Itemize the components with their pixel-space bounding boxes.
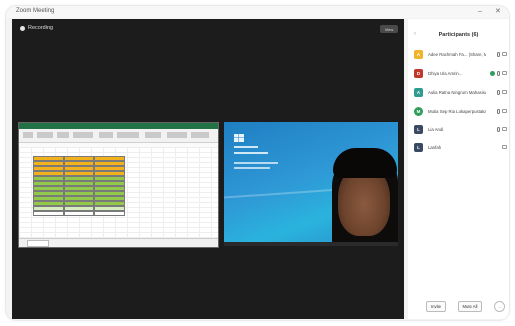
desktop-text-line (234, 162, 278, 164)
shared-screen-tile[interactable] (18, 122, 219, 248)
participant-item[interactable]: A Aulia Ratna Ningrum Mahasiswa... (414, 86, 509, 98)
participant-item[interactable]: L Lia Andi (414, 123, 509, 135)
participant-name: Mutia Sep Ria Lokaperpustakaan (428, 108, 486, 114)
participant-item[interactable]: L Lanfah (414, 141, 509, 153)
microphone-icon[interactable] (497, 51, 500, 57)
participant-item[interactable]: M Mutia Sep Ria Lokaperpustakaan (414, 105, 509, 117)
avatar: M (414, 106, 423, 116)
avatar: A (414, 87, 423, 97)
microphone-icon[interactable] (497, 89, 500, 95)
recording-dot-icon (20, 25, 25, 31)
title-bar: Zoom Meeting – ✕ (6, 6, 509, 18)
desktop-text-line (234, 167, 270, 169)
excel-ribbon (19, 129, 218, 143)
more-options-icon[interactable]: ... (494, 301, 505, 312)
participant-name: Lia Andi (428, 126, 444, 132)
excel-sheet-tab[interactable] (27, 240, 49, 247)
excel-grid (19, 147, 218, 239)
windows-logo-icon (234, 134, 244, 142)
participant-item[interactable]: D Dhiya Ula Amrin... (414, 67, 509, 79)
camera-icon[interactable] (502, 52, 507, 56)
view-button[interactable]: View (380, 25, 398, 33)
camera-icon[interactable] (502, 71, 507, 75)
camera-icon[interactable] (502, 90, 507, 94)
desktop-text-line (234, 146, 258, 148)
participants-footer: Invite Mute All ... (408, 301, 509, 313)
meeting-window: Zoom Meeting – ✕ Recording View ‹ Partic… (6, 6, 509, 320)
minimize-button[interactable]: – (478, 7, 482, 16)
participant-name: Aulia Ratna Ningrum Mahasiswa... (428, 89, 486, 95)
desktop-text-line (234, 152, 268, 154)
excel-table (33, 156, 126, 216)
avatar: A (414, 49, 423, 59)
participant-video-tile[interactable] (224, 122, 398, 246)
video-stage: Recording View (12, 19, 404, 319)
participant-name: Adee Rachmah Fa... (Share, Me) (428, 51, 486, 57)
participant-hair (333, 148, 397, 178)
speaking-indicator-icon (490, 70, 495, 76)
participant-item[interactable]: A Adee Rachmah Fa... (Share, Me) (414, 48, 509, 60)
invite-button[interactable]: Invite (426, 301, 446, 312)
participant-name: Dhiya Ula Amrin... (428, 70, 463, 76)
avatar: L (414, 124, 423, 134)
taskbar (224, 242, 398, 246)
microphone-icon[interactable] (497, 108, 500, 114)
participant-name: Lanfah (428, 144, 442, 150)
microphone-icon[interactable] (497, 70, 500, 76)
camera-icon[interactable] (502, 109, 507, 113)
participants-panel: ‹ Participants (6) A Adee Rachmah Fa... … (408, 19, 509, 319)
recording-indicator: Recording (20, 25, 53, 31)
participants-title: Participants (6) (438, 32, 479, 38)
excel-status-bar (19, 238, 218, 247)
window-title: Zoom Meeting (16, 8, 55, 14)
mute-all-button[interactable]: Mute All (458, 301, 482, 312)
camera-icon[interactable] (502, 127, 507, 131)
close-button[interactable]: ✕ (495, 7, 501, 16)
avatar: L (414, 142, 423, 152)
microphone-icon[interactable] (497, 126, 500, 132)
recording-label: Recording (28, 25, 54, 31)
avatar: D (414, 68, 423, 78)
camera-icon[interactable] (502, 145, 507, 149)
